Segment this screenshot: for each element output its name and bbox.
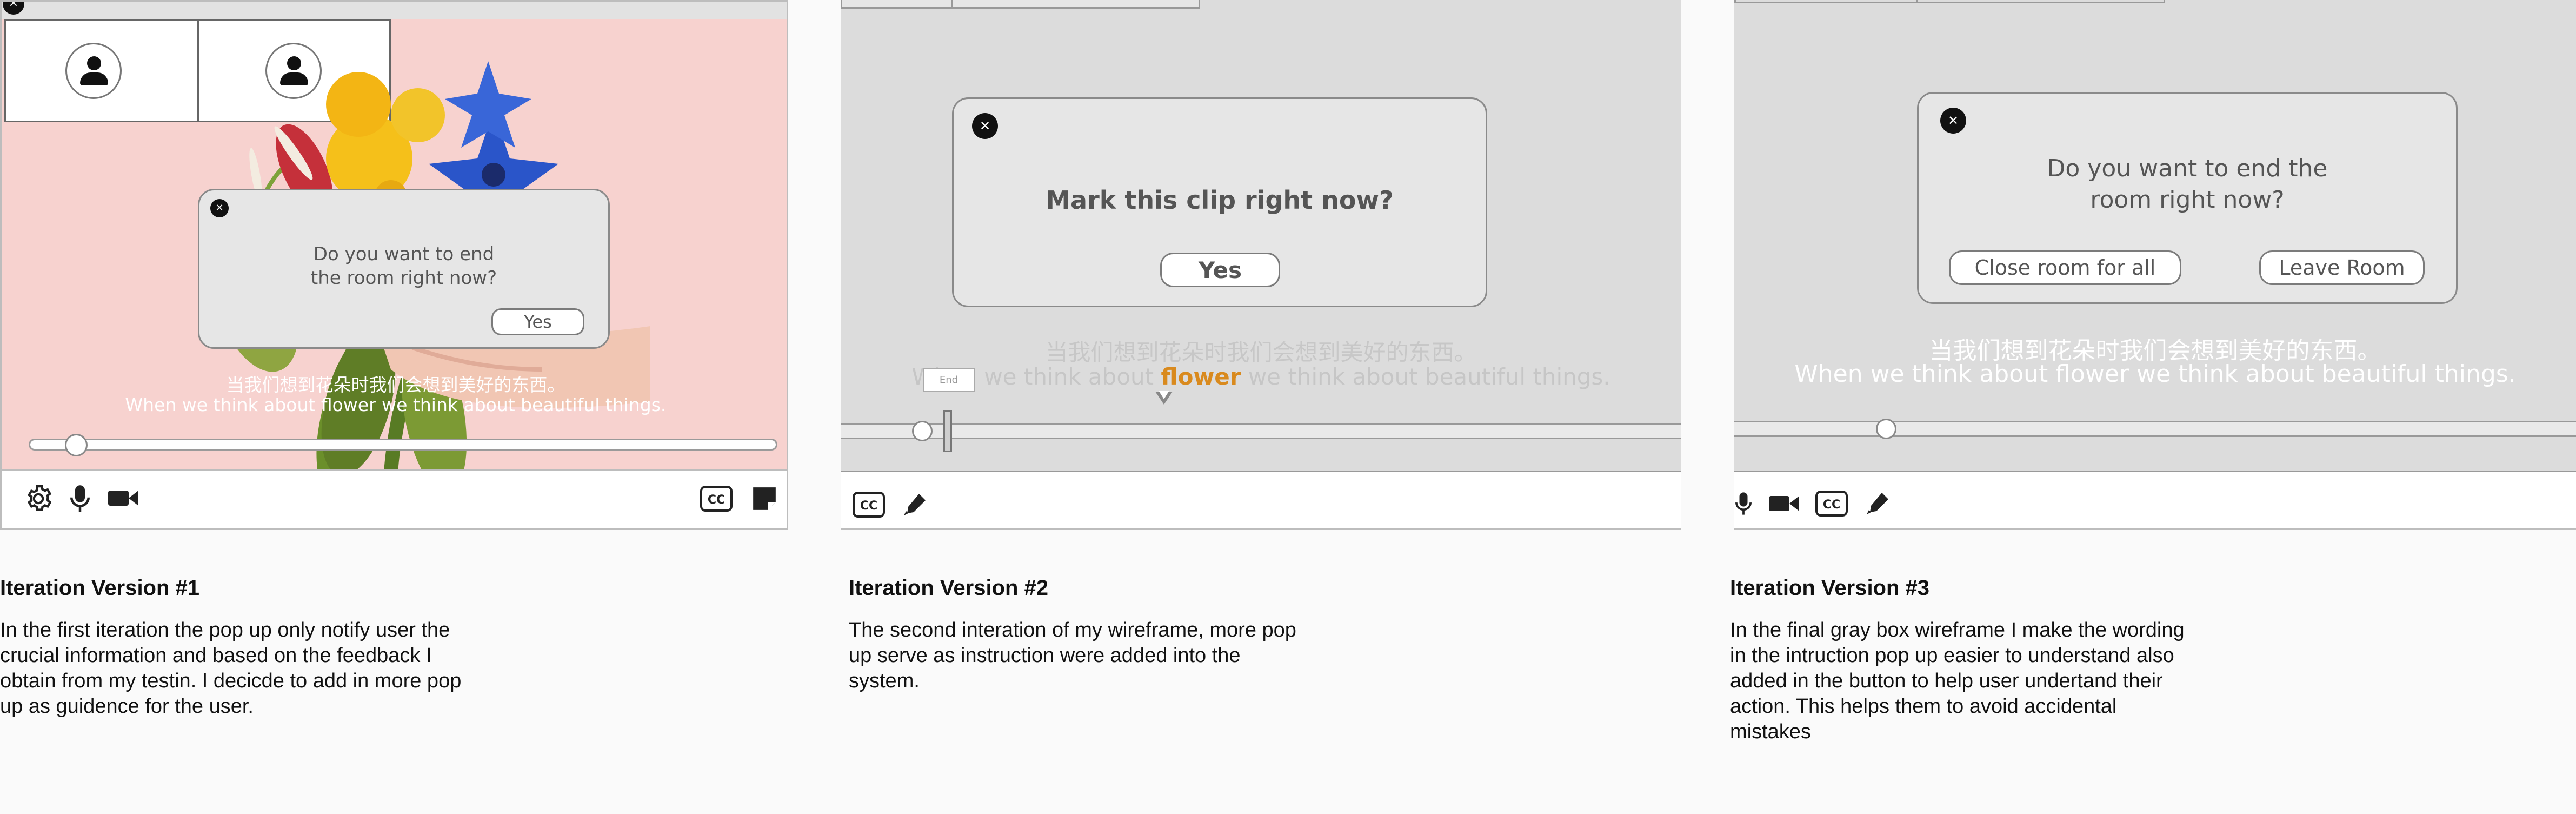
svg-text:CC: CC [860, 499, 877, 513]
leave-room-button[interactable]: Leave Room [2259, 250, 2425, 285]
end-room-dialog: ✕ Do you want to end the room right now?… [198, 189, 610, 349]
dialog-message-line2: room right now? [2090, 186, 2285, 214]
user-avatar-icon [65, 43, 122, 99]
svg-text:CC: CC [708, 493, 725, 507]
caption-title-2: Iteration Version #2 [849, 576, 1049, 600]
end-room-dialog: ✕ Do you want to end the room right now?… [1917, 92, 2458, 304]
timeline-track[interactable] [1734, 421, 2576, 437]
end-marker-tag[interactable]: End [923, 368, 975, 392]
mark-clip-dialog: ✕ Mark this clip right now? Yes [952, 97, 1487, 307]
clip-end-handle[interactable] [943, 410, 952, 452]
close-room-for-all-button[interactable]: Close room for all [1949, 250, 2181, 285]
timeline-knob[interactable] [912, 421, 933, 441]
dialog-close-icon[interactable]: ✕ [972, 113, 998, 139]
participant-tile-stub [1734, 0, 1918, 3]
closed-caption-icon[interactable]: CC [1814, 489, 1849, 518]
subtitle-english: When we think about flower we think abou… [125, 394, 667, 415]
playback-slider-knob[interactable] [65, 434, 88, 456]
participant-tile-stub [841, 0, 953, 9]
playback-slider-track[interactable] [29, 439, 777, 451]
panel3-toolbar: CC [1734, 471, 2576, 530]
svg-text:CC: CC [1823, 498, 1840, 512]
participant-tile-stub [951, 0, 1200, 9]
dialog-message: Mark this clip right now? [1046, 186, 1394, 215]
panel1-toolbar: CC [0, 471, 788, 530]
marker-pen-icon[interactable] [1864, 489, 1891, 518]
video-camera-icon[interactable] [1768, 491, 1800, 517]
sticky-note-icon[interactable] [750, 485, 778, 513]
caption-body-2: The second interation of my wireframe, m… [849, 619, 1296, 692]
dialog-message-line1: Do you want to end [313, 243, 495, 265]
marker-pen-icon[interactable] [901, 491, 928, 519]
panel1-top-strip [2, 2, 787, 19]
dialog-message-line2: the room right now? [310, 267, 497, 289]
participant-tile-stub [1916, 0, 2165, 3]
yes-button[interactable]: Yes [491, 308, 584, 335]
highlighted-word[interactable]: flower [1161, 363, 1241, 390]
timeline-knob[interactable] [1876, 419, 1896, 439]
closed-caption-icon[interactable]: CC [851, 491, 886, 519]
video-camera-icon[interactable] [107, 485, 139, 512]
caption-body-3: In the final gray box wireframe I make t… [1730, 619, 2185, 743]
mic-icon[interactable] [69, 482, 91, 515]
dialog-message-line1: Do you want to end the [2047, 155, 2328, 182]
gear-icon[interactable] [22, 482, 55, 515]
mic-icon[interactable] [1734, 488, 1753, 519]
panel2-toolbar: CC [841, 471, 1681, 530]
panel3-video-area: ✕ Do you want to end the room right now?… [1734, 0, 2576, 471]
panel1-video-area: ✕ ✕ Do you want to end the room right no… [0, 0, 788, 471]
closed-caption-icon[interactable]: CC [699, 485, 734, 513]
caption-title-3: Iteration Version #3 [1730, 576, 1930, 600]
panel2-video-area: ✕ Mark this clip right now? Yes 当我们想到花朵时… [841, 0, 1681, 471]
dialog-close-icon[interactable]: ✕ [210, 199, 229, 217]
yes-button[interactable]: Yes [1160, 253, 1280, 287]
subtitle-chinese: 当我们想到花朵时我们会想到美好的东西。 [1045, 339, 1477, 366]
subtitle-chinese: 当我们想到花朵时我们会想到美好的东西。 [226, 374, 565, 395]
caption-title-1: Iteration Version #1 [0, 576, 200, 600]
caption-body-1: In the first iteration the pop up only n… [0, 619, 462, 718]
dialog-close-icon[interactable]: ✕ [1940, 108, 1966, 134]
subtitle-english: When we think about flower we think abou… [1794, 360, 2516, 388]
timeline-track[interactable] [841, 423, 1681, 439]
